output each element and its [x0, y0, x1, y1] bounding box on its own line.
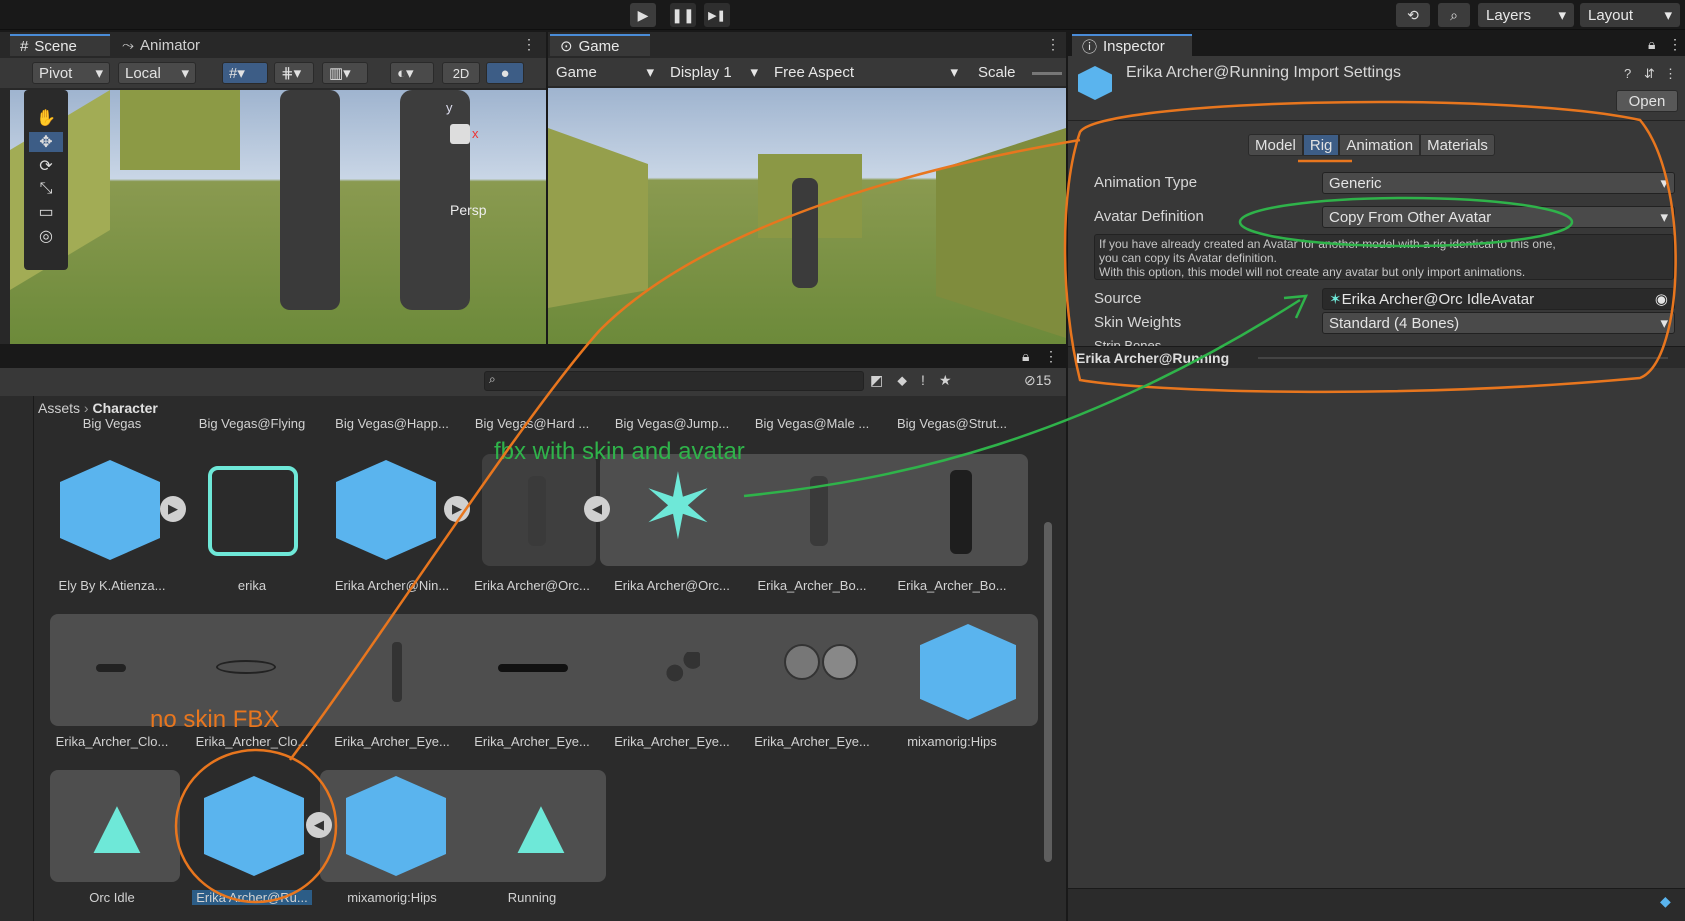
green-arrow-path	[743, 298, 1301, 498]
orange-highlight-loop	[1063, 100, 1677, 394]
orange-arrow-path	[288, 138, 1081, 761]
green-circle	[1238, 196, 1574, 248]
orange-circle	[174, 748, 338, 904]
annotation-strokes	[174, 100, 1677, 904]
